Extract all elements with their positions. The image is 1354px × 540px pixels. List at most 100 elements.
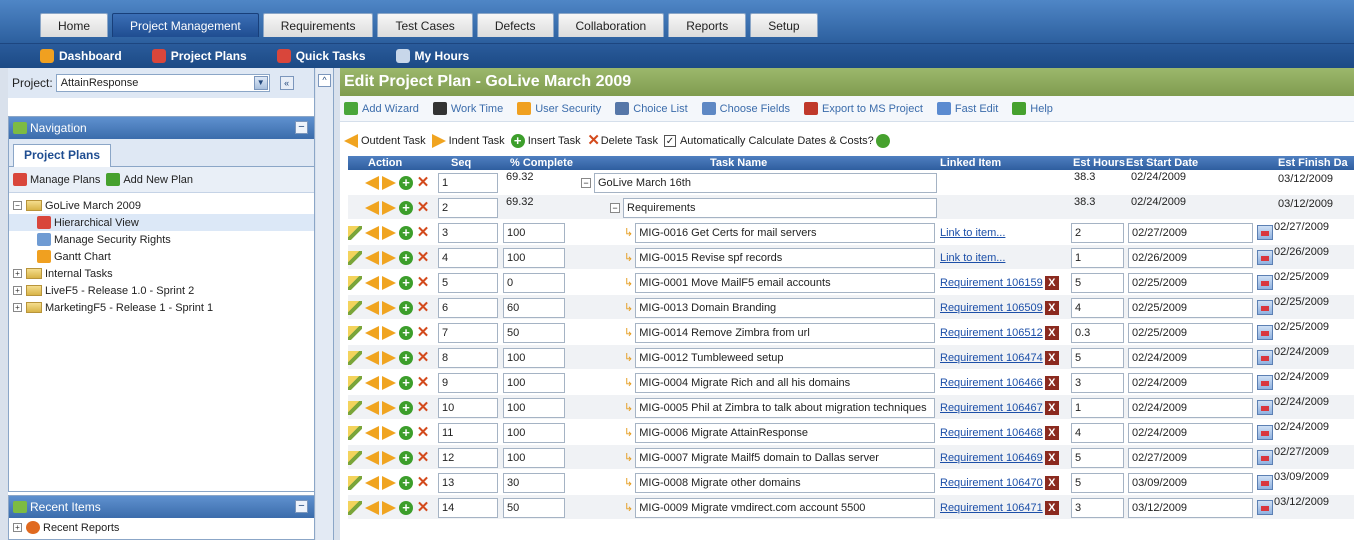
delete-task-button[interactable]: ✕ Delete Task [587,133,658,148]
outdent-icon[interactable] [365,325,379,340]
indent-icon[interactable] [382,450,396,465]
insert-icon[interactable]: + [399,450,413,465]
indent-icon[interactable] [382,475,396,490]
est-hours-input[interactable]: 2 [1071,222,1124,243]
tree-node[interactable]: Gantt Chart [9,248,314,265]
est-hours-input[interactable]: 4 [1071,422,1124,443]
linked-item-link[interactable]: Requirement 106512 [940,327,1043,339]
collapse-icon[interactable]: − [581,177,591,188]
seq-input[interactable]: 4 [438,247,498,268]
est-hours-input[interactable]: 5 [1071,447,1124,468]
edit-icon[interactable] [348,375,362,390]
tab-requirements[interactable]: Requirements [262,13,374,37]
delete-icon[interactable]: ✕ [416,375,430,390]
subnav-project-plans[interactable]: Project Plans [151,49,247,63]
task-name-input[interactable]: MIG-0005 Phil at Zimbra to talk about mi… [635,397,936,418]
est-start-input[interactable]: 02/25/2009 [1128,297,1253,318]
tree-node[interactable]: − GoLive March 2009 [9,197,314,214]
est-start-input[interactable]: 02/26/2009 [1128,247,1253,268]
collapse-icon[interactable]: − [13,201,22,210]
outdent-icon[interactable] [365,225,379,240]
remove-link-icon[interactable]: X [1044,325,1059,340]
delete-icon[interactable]: ✕ [416,225,430,240]
task-name-input[interactable]: GoLive March 16th [594,172,937,193]
toolbar-fast-edit[interactable]: Fast Edit [936,102,998,115]
toolbar-work-time[interactable]: Work Time [432,102,503,115]
collapse-icon[interactable]: − [610,202,620,213]
toolbar-user-security[interactable]: User Security [517,102,601,115]
tree-node[interactable]: Manage Security Rights [9,231,314,248]
indent-icon[interactable] [382,375,396,390]
percent-complete-input[interactable]: 0 [503,272,565,293]
insert-icon[interactable]: + [399,400,413,415]
expand-icon[interactable]: + [13,286,22,295]
indent-icon[interactable] [382,200,396,215]
linked-item-link[interactable]: Requirement 106468 [940,427,1043,439]
seq-input[interactable]: 9 [438,372,498,393]
indent-icon[interactable] [382,325,396,340]
tab-home[interactable]: Home [40,13,109,37]
task-name-input[interactable]: MIG-0007 Migrate Mailf5 domain to Dallas… [635,447,936,468]
est-start-input[interactable]: 02/25/2009 [1128,322,1253,343]
seq-input[interactable]: 12 [438,447,498,468]
outdent-icon[interactable] [365,250,379,265]
est-start-input[interactable]: 02/24/2009 [1128,422,1253,443]
toolbar-export-to-ms-project[interactable]: Export to MS Project [804,102,923,115]
percent-complete-input[interactable]: 100 [503,372,565,393]
outdent-icon[interactable] [365,425,379,440]
add-new-plan-link[interactable]: Add New Plan [123,174,193,186]
indent-icon[interactable] [382,275,396,290]
est-start-input[interactable]: 02/24/2009 [1128,397,1253,418]
task-name-input[interactable]: MIG-0004 Migrate Rich and all his domain… [635,372,936,393]
linked-item-link[interactable]: Requirement 106159 [940,277,1043,289]
insert-icon[interactable]: + [399,175,413,190]
calendar-icon[interactable] [1257,225,1273,240]
edit-icon[interactable] [348,450,362,465]
est-hours-input[interactable]: 1 [1071,397,1124,418]
tree-node[interactable]: + Internal Tasks [9,265,314,282]
linked-item-link[interactable]: Requirement 106509 [940,302,1043,314]
indent-icon[interactable] [382,425,396,440]
manage-plans-link[interactable]: Manage Plans [30,174,100,186]
est-start-input[interactable]: 03/09/2009 [1128,472,1253,493]
delete-icon[interactable]: ✕ [416,350,430,365]
indent-task-button[interactable]: Indent Task [431,134,505,148]
outdent-task-button[interactable]: Outdent Task [344,134,426,148]
percent-complete-input[interactable]: 69.32 [503,193,565,213]
auto-calc-checkbox[interactable]: ✓ [663,135,676,147]
delete-icon[interactable]: ✕ [416,450,430,465]
edit-icon[interactable] [348,300,362,315]
est-hours-input[interactable]: 38.3 [1071,193,1124,213]
est-start-input[interactable]: 02/24/2009 [1128,168,1253,188]
tree-node[interactable]: + MarketingF5 - Release 1 - Sprint 1 [9,299,314,316]
linked-item-link[interactable]: Requirement 106467 [940,402,1043,414]
est-hours-input[interactable]: 3 [1071,497,1124,518]
linked-item-link[interactable]: Requirement 106470 [940,477,1043,489]
delete-icon[interactable]: ✕ [416,400,430,415]
insert-icon[interactable]: + [399,375,413,390]
calendar-icon[interactable] [1257,325,1273,340]
calendar-icon[interactable] [1257,250,1273,265]
seq-input[interactable]: 10 [438,397,498,418]
seq-input[interactable]: 13 [438,472,498,493]
percent-complete-input[interactable]: 50 [503,497,565,518]
linked-item-link[interactable]: Requirement 106474 [940,352,1043,364]
task-name-input[interactable]: MIG-0008 Migrate other domains [635,472,936,493]
est-start-input[interactable]: 02/24/2009 [1128,372,1253,393]
insert-icon[interactable]: + [399,300,413,315]
edit-icon[interactable] [348,400,362,415]
toolbar-help[interactable]: Help [1012,102,1053,115]
percent-complete-input[interactable]: 100 [503,247,565,268]
percent-complete-input[interactable]: 100 [503,347,565,368]
outdent-icon[interactable] [365,275,379,290]
tab-setup[interactable]: Setup [750,13,818,37]
remove-link-icon[interactable]: X [1044,500,1059,515]
task-name-input[interactable]: MIG-0012 Tumbleweed setup [635,347,936,368]
task-name-input[interactable]: MIG-0013 Domain Branding [635,297,936,318]
seq-input[interactable]: 8 [438,347,498,368]
delete-icon[interactable]: ✕ [416,500,430,515]
collapse-recent-button[interactable]: − [295,500,308,513]
auto-calc-option[interactable]: ✓ Automatically Calculate Dates & Costs? [663,134,890,148]
seq-input[interactable]: 1 [438,172,498,193]
insert-icon[interactable]: + [399,350,413,365]
